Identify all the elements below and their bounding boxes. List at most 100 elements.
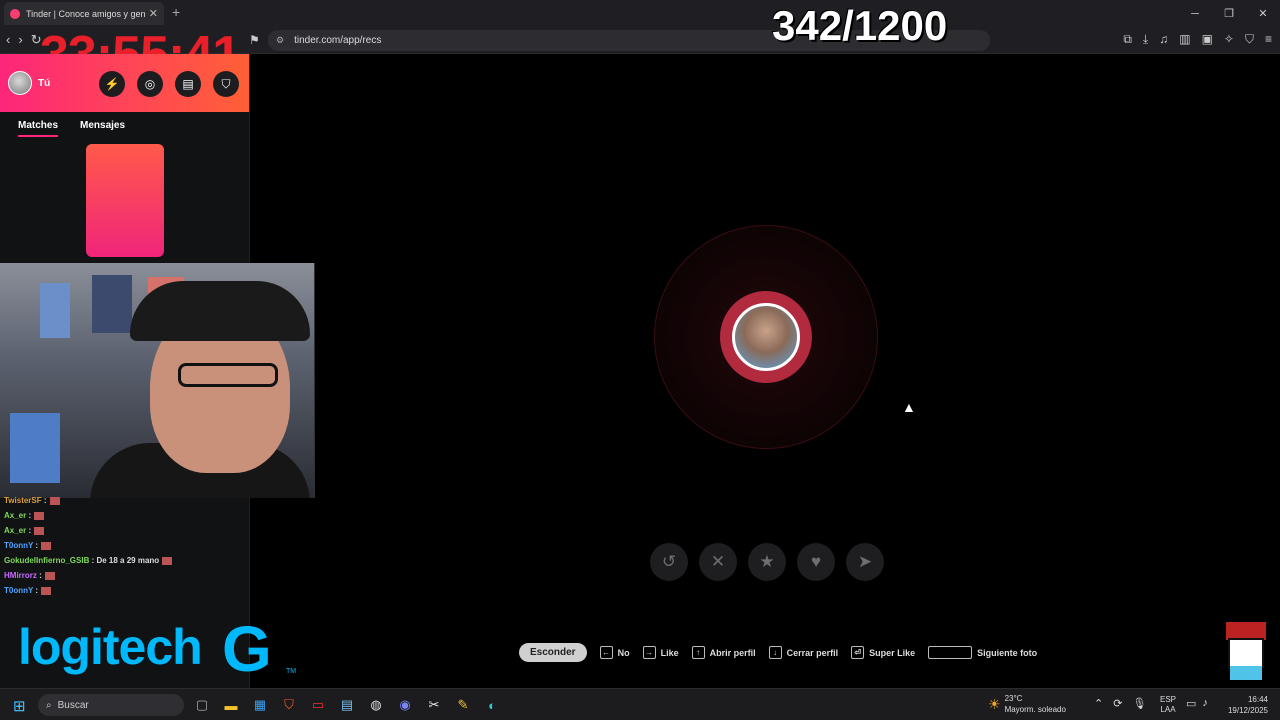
keyboard-hints: Esconder ← No → Like ↑ Abrir perfil ↓ Cerrar pe… [519,643,1050,662]
likes-card[interactable] [86,144,164,257]
chat-username[interactable]: Ax_er [4,511,26,520]
nope-button[interactable]: ✕ [699,543,737,581]
discord-icon[interactable]: ◉ [395,695,415,715]
key-icon: ↑ [691,646,705,659]
boost-button[interactable]: ➤ [846,543,884,581]
hide-hints-button[interactable]: Esconder [519,643,587,662]
key-icon: ⏎ [851,646,865,659]
clock-time: 16:44 [1247,695,1268,704]
volume-icon[interactable]: ♪ [1202,697,1208,710]
chat-username[interactable]: T0onnY [4,541,33,550]
lang-top: ESP [1160,695,1177,704]
music-icon[interactable]: ♫ [1159,32,1168,47]
system-tray: ⌃ ⟳ 🎙 [1094,697,1146,710]
chat-text: : [35,586,39,595]
translate-icon[interactable]: ⧉ [1123,32,1132,47]
like-button[interactable]: ♥ [797,543,835,581]
taskbar-search[interactable]: ⌕ Buscar [38,694,184,716]
user-profile-photo [732,303,800,371]
action-buttons: ↺ ✕ ★ ♥ ➤ [650,543,884,581]
browser-tab-bar: Tinder | Conoce amigos y gente ✕ + ─ ❐ ✕ [0,0,1280,27]
chat-username[interactable]: TwisterSF [4,496,42,505]
weather-sun-icon: ☀ [988,695,1001,712]
sidebar-toggle-icon[interactable]: ▥ [1179,32,1190,47]
browser-toolbar-icons: ⧉ ⤓ ♫ ▥ ▣ ✧ ⛉ ≡ [1123,32,1272,47]
hint-label: Cerrar perfil [786,647,839,658]
clock-date: 19/12/2025 [1227,706,1268,715]
tab-matches[interactable]: Matches [18,120,59,137]
chat-username[interactable]: GokudelInfierno_GSIB [4,556,89,565]
hint-item: → Like [642,646,679,659]
header-buttons: ⚡ ◎ ▤ ⛉ [99,71,239,97]
chat-username[interactable]: T0onnY [4,586,33,595]
chat-emote-icon [44,571,55,580]
globe-app-icon[interactable]: ◐ [482,695,502,715]
wallet-icon[interactable]: ▣ [1202,32,1213,47]
tinder-favicon-icon [10,8,20,19]
tab-title: Tinder | Conoce amigos y gente [26,8,145,19]
menu-icon[interactable]: ≡ [1265,32,1272,47]
hint-label: Super Like [869,647,916,658]
tab-close-icon[interactable]: ✕ [149,7,158,20]
language-indicator[interactable]: ESP LAA [1160,695,1176,715]
logitech-wordmark: logitech [18,619,203,675]
sync-icon[interactable]: ⟳ [1113,697,1122,710]
system-tray-right: ▭ ♪ [1186,697,1208,710]
logitech-g-icon: G [222,613,272,685]
chat-message: T0onnY : [4,538,250,553]
hint-item: ↓ Cerrar perfil [768,646,839,659]
super-like-button[interactable]: ★ [748,543,786,581]
hint-label: Abrir perfil [709,647,756,658]
weather-desc: Mayorm. soleado [1004,705,1066,714]
taskbar-clock[interactable]: 16:44 19/12/2025 [1228,694,1268,716]
browser-tab[interactable]: Tinder | Conoce amigos y gente ✕ [4,2,164,25]
boost-icon[interactable]: ⚡ [99,71,125,97]
network-icon[interactable]: ▭ [1186,697,1196,710]
sidebar-header: Tú ⚡ ◎ ▤ ⛉ [0,54,249,112]
close-window-button[interactable]: ✕ [1246,0,1280,27]
streamer-cap [130,281,310,341]
explore-icon[interactable]: ◎ [137,71,163,97]
user-avatar[interactable] [8,71,32,95]
site-info-icon[interactable]: ⚙ [276,35,284,46]
chat-message: T0onnY : [4,583,250,598]
leo-ai-icon[interactable]: ✧ [1224,32,1234,47]
maximize-button[interactable]: ❐ [1212,0,1246,27]
microphone-icon[interactable]: 🎙 [1132,697,1146,710]
logitech-logo: logitech G TM [18,612,298,685]
obs-icon[interactable]: ◍ [366,695,386,715]
notepad-icon[interactable]: ▤ [337,695,357,715]
brave-browser-icon[interactable]: ⛉ [279,695,299,715]
task-view-icon[interactable]: ▢ [192,695,212,715]
key-icon: ← [599,646,613,659]
minimize-button[interactable]: ─ [1178,0,1212,27]
vpn-shield-icon[interactable]: ⛉ [1245,32,1254,47]
search-icon: ⌕ [46,699,52,711]
capcut-icon[interactable]: ✂ [424,695,444,715]
forward-icon[interactable]: › [18,32,22,48]
new-tab-button[interactable]: + [172,4,180,20]
video-app-icon[interactable]: ▭ [308,695,328,715]
user-label[interactable]: Tú [38,78,50,89]
chat-text: : [35,541,39,550]
bookmark-icon[interactable]: ⚑ [249,33,260,47]
store-icon[interactable]: ▦ [250,695,270,715]
tab-mensajes[interactable]: Mensajes [80,120,125,137]
sidebar-tabs: Matches Mensajes [0,112,249,137]
trademark: TM [286,668,297,675]
briefcase-icon[interactable]: ▤ [175,71,201,97]
chat-username[interactable]: Ax_er [4,526,26,535]
weather-widget[interactable]: ☀ 23°C Mayorm. soleado [988,693,1066,715]
rewind-button[interactable]: ↺ [650,543,688,581]
tray-chevron-icon[interactable]: ⌃ [1094,697,1103,710]
download-icon[interactable]: ⤓ [1143,32,1148,47]
sticky-app-icon[interactable]: ✎ [453,695,473,715]
key-icon [928,646,973,659]
chat-message: Ax_er : [4,508,250,523]
file-explorer-icon[interactable]: ▬ [221,695,241,715]
windows-start-icon[interactable]: ⊞ [13,697,26,715]
chat-emote-icon [162,556,173,565]
back-icon[interactable]: ‹ [6,32,10,48]
shield-icon[interactable]: ⛉ [213,71,239,97]
chat-username[interactable]: HMirrorz [4,571,37,580]
